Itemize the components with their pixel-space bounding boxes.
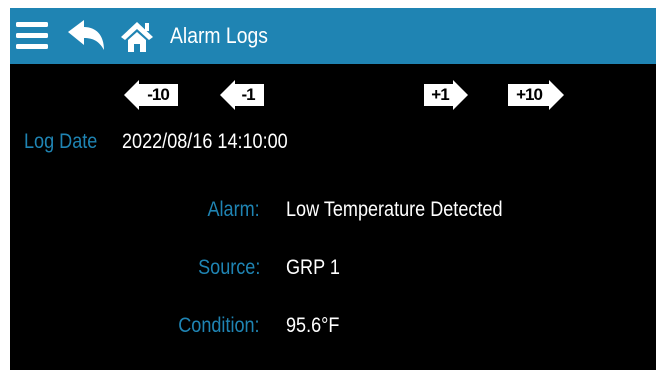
back-arrow-icon bbox=[68, 20, 104, 50]
next-1-label: +1 bbox=[431, 85, 449, 104]
device-screen: Alarm Logs -10 -1 +1 +10 Log Date 2022/0… bbox=[10, 8, 656, 370]
condition-label: Condition: bbox=[178, 314, 260, 337]
log-date-value: 2022/08/16 14:10:00 bbox=[122, 130, 288, 153]
previous-1-button[interactable]: -1 bbox=[220, 80, 264, 110]
back-button[interactable] bbox=[66, 8, 108, 64]
header-bar: Alarm Logs bbox=[10, 8, 656, 64]
alarm-label: Alarm: bbox=[207, 198, 260, 221]
next-1-button[interactable]: +1 bbox=[424, 80, 468, 110]
previous-10-label: -10 bbox=[147, 85, 170, 104]
page-title: Alarm Logs bbox=[170, 23, 268, 48]
menu-button[interactable] bbox=[14, 8, 54, 64]
source-value: GRP 1 bbox=[286, 256, 340, 279]
next-10-button[interactable]: +10 bbox=[508, 80, 564, 110]
condition-value: 95.6°F bbox=[286, 314, 340, 337]
source-label: Source: bbox=[197, 256, 260, 279]
previous-1-label: -1 bbox=[241, 85, 255, 104]
alarm-value: Low Temperature Detected bbox=[286, 198, 503, 221]
hamburger-menu-icon bbox=[16, 22, 48, 49]
next-10-label: +10 bbox=[516, 85, 543, 104]
log-date-label: Log Date bbox=[24, 130, 98, 153]
home-button[interactable] bbox=[118, 8, 158, 64]
previous-10-button[interactable]: -10 bbox=[124, 80, 178, 110]
home-icon bbox=[121, 22, 153, 52]
